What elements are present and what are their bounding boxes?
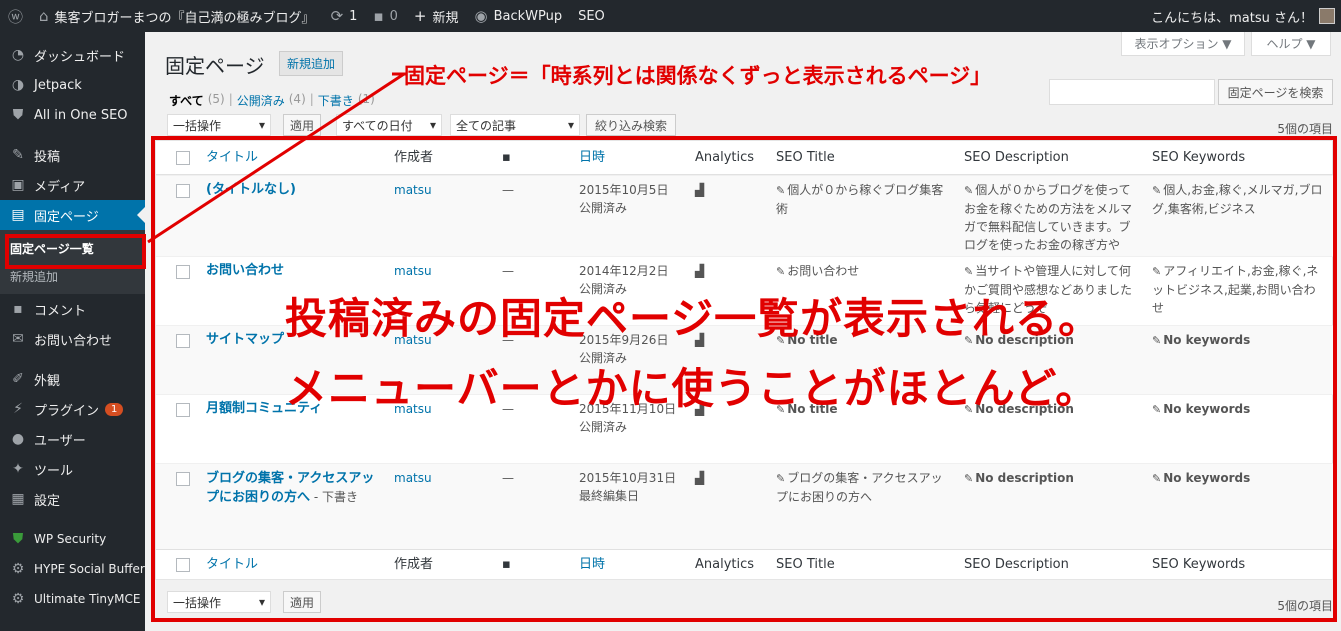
annotation-big-line-1: 投稿済みの固定ページ一覧が表示される。: [285, 294, 1102, 343]
annotation-top-text: 固定ページ＝「時系列とは関係なくずっと表示されるページ」: [404, 64, 992, 88]
annotation-big-line-2: メニューバーとかに使うことがほとんど。: [285, 364, 1099, 413]
arrow-line: [147, 72, 405, 244]
